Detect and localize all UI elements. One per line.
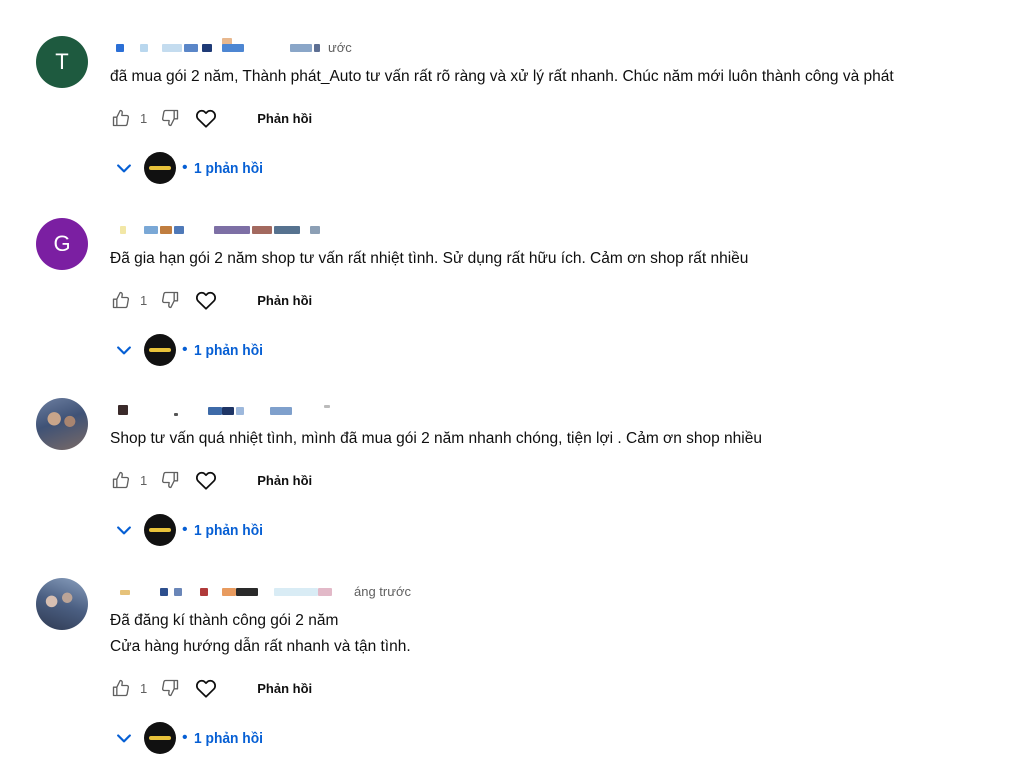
reply-avatar (144, 722, 176, 754)
thumbs-up-outline-icon[interactable] (110, 107, 132, 129)
author-name-redacted[interactable]: áng trước (110, 584, 530, 600)
comments-section: T ước đã mua gói 2 năm, Thành phát_Auto … (0, 0, 1024, 768)
replies-count: 1 phản hồi (193, 729, 263, 747)
like-count: 1 (140, 680, 148, 696)
view-replies-button[interactable]: • 1 phản hồi (112, 512, 312, 548)
author-name-redacted[interactable]: ước (110, 38, 530, 56)
view-replies-button[interactable]: • 1 phản hồi (112, 332, 312, 368)
comment-timestamp: ước (328, 40, 352, 55)
replies-count: 1 phản hồi (193, 341, 263, 359)
reply-avatar (144, 514, 176, 546)
comment-actions: 1 Phản hồi (110, 468, 370, 492)
avatar[interactable] (36, 398, 88, 450)
like-count: 1 (140, 472, 148, 488)
thumbs-down-outline-icon[interactable] (159, 107, 181, 129)
thumbs-down-outline-icon[interactable] (159, 677, 181, 699)
reply-button[interactable]: Phản hồi (257, 111, 312, 126)
author-name-redacted[interactable] (110, 403, 530, 419)
thumbs-down-outline-icon[interactable] (159, 289, 181, 311)
comment-text: Đã đăng kí thành công gói 2 năm Cửa hàng… (110, 612, 411, 655)
reply-avatar (144, 334, 176, 366)
avatar-letter: T (55, 49, 69, 74)
separator-dot: • (182, 521, 188, 538)
avatar[interactable]: T (36, 36, 88, 88)
comment-text: đã mua gói 2 năm, Thành phát_Auto tư vấn… (110, 68, 894, 85)
comment-timestamp: áng trước (354, 584, 411, 599)
separator-dot: • (182, 159, 188, 176)
separator-dot: • (182, 729, 188, 746)
chevron-down-icon (112, 726, 136, 750)
avatar[interactable] (36, 578, 88, 630)
avatar[interactable]: G (36, 218, 88, 270)
heart-outline-icon[interactable] (195, 469, 217, 491)
separator-dot: • (182, 341, 188, 358)
comment-actions: 1 Phản hồi (110, 288, 370, 312)
chevron-down-icon (112, 338, 136, 362)
comment-actions: 1 Phản hồi (110, 106, 370, 130)
chevron-down-icon (112, 518, 136, 542)
like-count: 1 (140, 110, 148, 126)
comment-text: Shop tư vấn quá nhiệt tình, mình đã mua … (110, 430, 762, 447)
comment-actions: 1 Phản hồi (110, 676, 370, 700)
avatar-letter: G (53, 231, 71, 256)
previous-comment-actions-cropped (108, 0, 248, 6)
reply-button[interactable]: Phản hồi (257, 293, 312, 308)
heart-outline-icon[interactable] (195, 289, 217, 311)
like-count: 1 (140, 292, 148, 308)
thumbs-up-outline-icon[interactable] (110, 677, 132, 699)
author-name-redacted[interactable] (110, 222, 530, 238)
chevron-down-icon (112, 156, 136, 180)
thumbs-up-outline-icon[interactable] (110, 469, 132, 491)
view-replies-button[interactable]: • 1 phản hồi (112, 150, 312, 186)
reply-button[interactable]: Phản hồi (257, 473, 312, 488)
heart-outline-icon[interactable] (195, 107, 217, 129)
thumbs-down-outline-icon[interactable] (159, 469, 181, 491)
thumbs-up-outline-icon[interactable] (110, 289, 132, 311)
heart-outline-icon[interactable] (195, 677, 217, 699)
view-replies-button[interactable]: • 1 phản hồi (112, 720, 312, 756)
comment-text: Đã gia hạn gói 2 năm shop tư vấn rất nhi… (110, 250, 749, 267)
replies-count: 1 phản hồi (193, 159, 263, 177)
replies-count: 1 phản hồi (193, 521, 263, 539)
reply-avatar (144, 152, 176, 184)
reply-button[interactable]: Phản hồi (257, 681, 312, 696)
